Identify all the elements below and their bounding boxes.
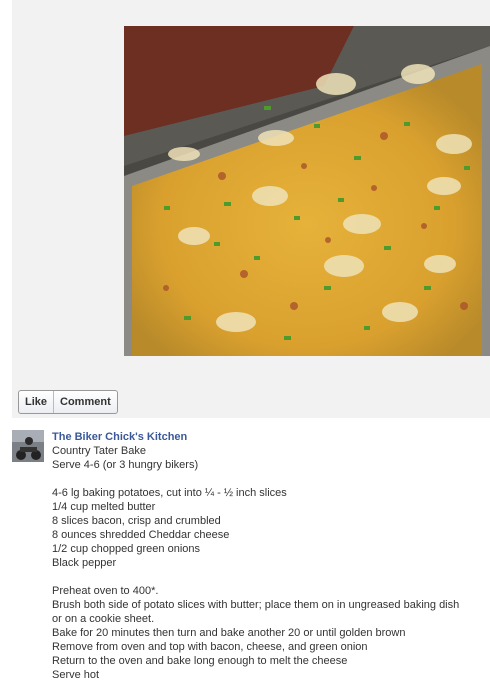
ingredient-line: 1/4 cup melted butter	[52, 501, 156, 513]
post-actions: Like Comment	[18, 390, 118, 414]
ingredient-line: 8 ounces shredded Cheddar cheese	[52, 529, 230, 541]
recipe-photo[interactable]	[124, 26, 490, 356]
photo-panel	[12, 0, 490, 418]
step-line: Remove from oven and top with bacon, che…	[52, 641, 368, 653]
like-button[interactable]: Like	[19, 391, 53, 413]
ingredient-line: 8 slices bacon, crisp and crumbled	[52, 515, 221, 527]
avatar[interactable]	[12, 430, 44, 462]
step-line: Preheat oven to 400*.	[52, 585, 159, 597]
recipe-title: Country Tater Bake	[52, 445, 146, 457]
step-line: Return to the oven and bake long enough …	[52, 655, 348, 667]
ingredient-line: Black pepper	[52, 557, 117, 569]
biker-avatar-icon	[12, 430, 44, 462]
step-line: Brush both side of potato slices with bu…	[52, 599, 460, 611]
step-line: Bake for 20 minutes then turn and bake a…	[52, 627, 406, 639]
author-link[interactable]: The Biker Chick's Kitchen	[52, 430, 490, 444]
baked-potatoes-image	[124, 26, 490, 356]
post-content: The Biker Chick's Kitchen Country Tater …	[52, 430, 490, 682]
step-line: Serve hot	[52, 669, 100, 681]
comment-button[interactable]: Comment	[54, 391, 117, 413]
step-line: or on a cookie sheet.	[52, 613, 155, 625]
ingredient-line: 4-6 lg baking potatoes, cut into ¼ - ½ i…	[52, 487, 287, 499]
recipe-serves: Serve 4-6 (or 3 hungry bikers)	[52, 459, 199, 471]
ingredient-line: 1/2 cup chopped green onions	[52, 543, 201, 555]
